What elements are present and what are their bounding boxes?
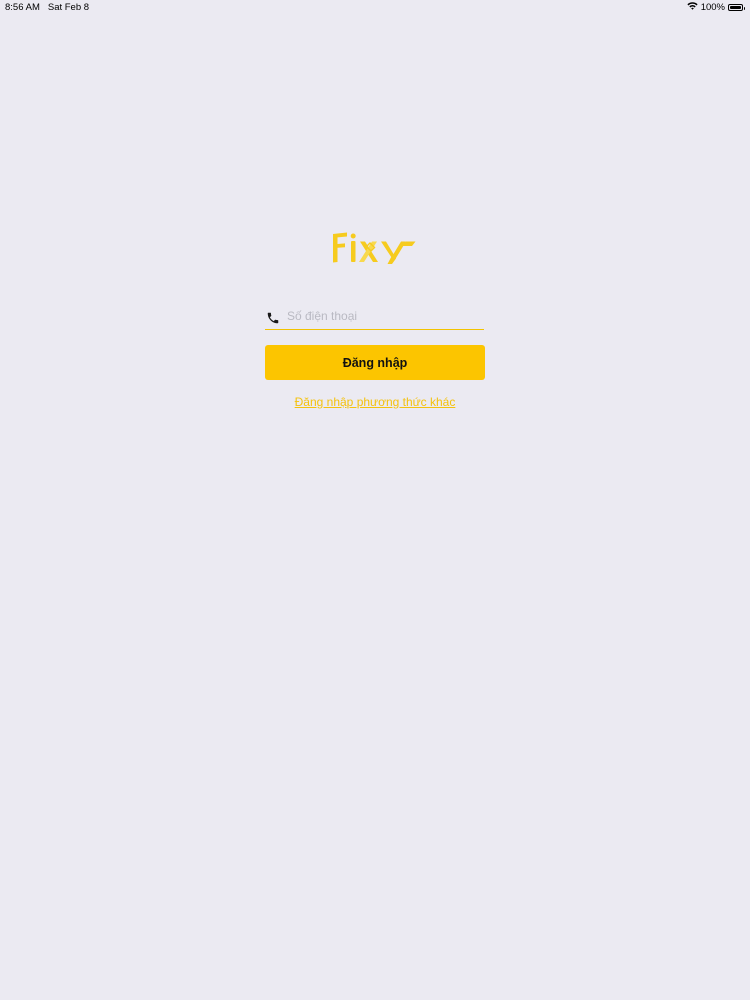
status-time: 8:56 AM [5, 2, 40, 13]
wifi-icon [687, 2, 698, 13]
status-date: Sat Feb 8 [47, 2, 90, 13]
fixy-logo-graphic [333, 232, 416, 264]
battery-icon [728, 4, 745, 11]
status-bar: 8:56 AM Sat Feb 8 100% [0, 0, 750, 16]
phone-icon [266, 311, 282, 327]
fixy-logo [330, 226, 422, 270]
phone-field [265, 302, 484, 330]
status-right: 100% [687, 2, 745, 13]
battery-percent: 100% [700, 2, 725, 13]
login-button[interactable]: Đăng nhập [265, 345, 485, 380]
battery-level [730, 6, 741, 9]
alternate-login-link[interactable]: Đăng nhập phương thức khác [265, 395, 485, 409]
login-screen: 8:56 AM Sat Feb 8 100% Số điện thoại Đăn… [0, 0, 750, 1000]
status-left: 8:56 AM Sat Feb 8 [5, 2, 89, 13]
phone-number-input[interactable] [287, 308, 477, 323]
